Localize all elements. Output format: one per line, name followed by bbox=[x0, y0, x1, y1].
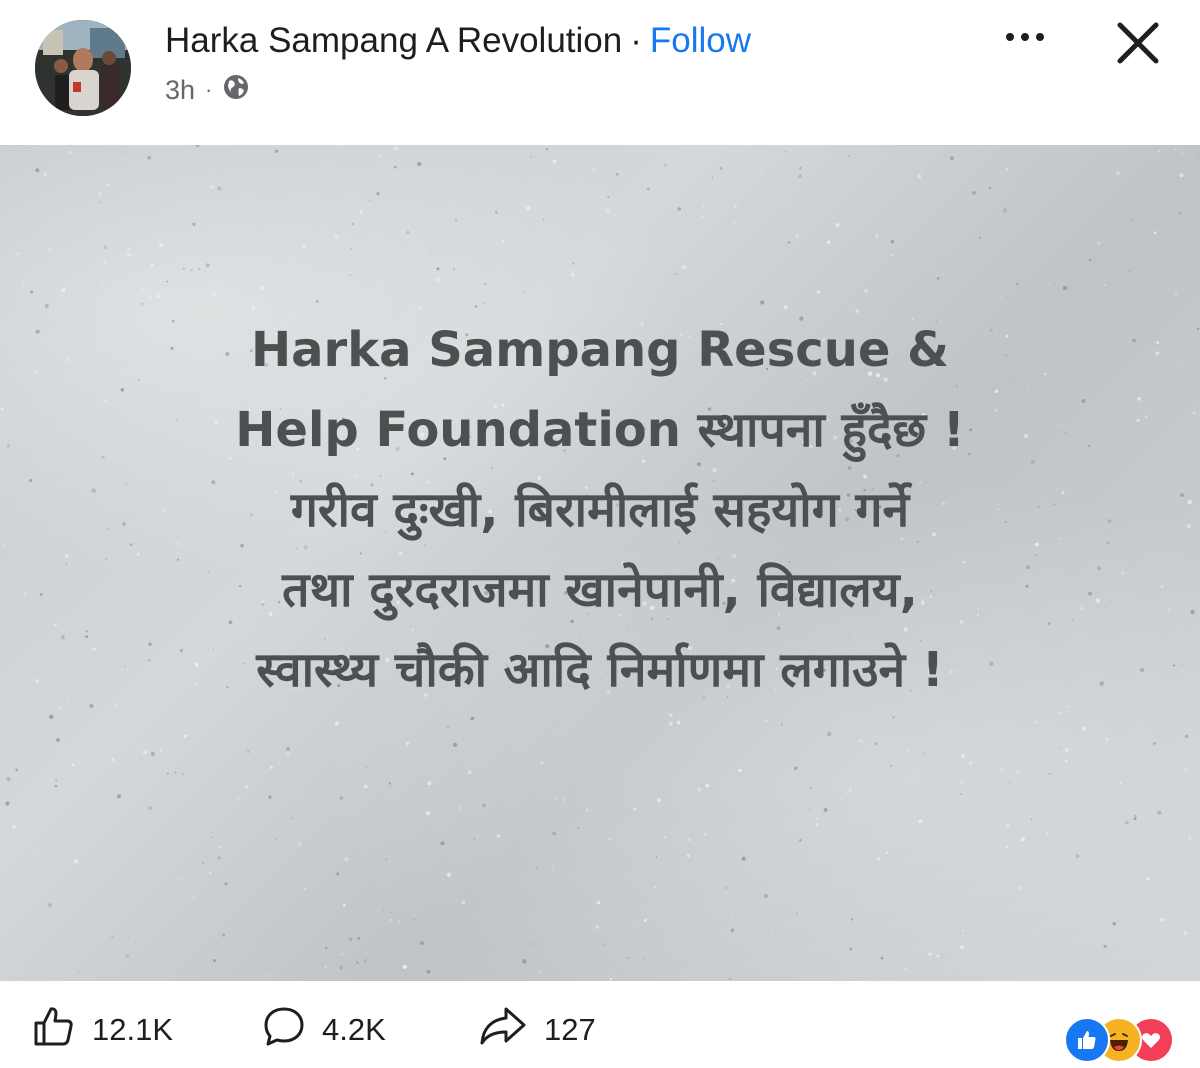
image-text-line: तथा दुरदराजमा खानेपानी, विद्यालय, bbox=[282, 562, 918, 618]
like-button[interactable]: 12.1K bbox=[32, 1005, 173, 1055]
globe-icon bbox=[222, 73, 250, 108]
image-text-line: Help Foundation स्थापना हुँदैछ ! bbox=[235, 402, 965, 458]
share-count: 127 bbox=[544, 1012, 596, 1047]
post-time[interactable]: 3h bbox=[165, 75, 195, 106]
like-count: 12.1K bbox=[92, 1012, 174, 1047]
image-text-line: Harka Sampang Rescue & bbox=[250, 322, 950, 378]
page-avatar[interactable] bbox=[35, 20, 131, 116]
thumbs-up-icon bbox=[32, 1004, 92, 1056]
name-separator: · bbox=[630, 21, 642, 60]
post-header: Harka Sampang A Revolution · Follow 3h · bbox=[0, 0, 1200, 140]
page-name-row: Harka Sampang A Revolution · Follow bbox=[165, 18, 751, 64]
follow-button[interactable]: Follow bbox=[650, 21, 751, 61]
comment-count: 4.2K bbox=[322, 1012, 386, 1047]
comment-button[interactable]: 4.2K bbox=[262, 1005, 386, 1055]
share-arrow-icon bbox=[478, 1004, 544, 1056]
close-icon bbox=[1110, 22, 1166, 75]
more-options-button[interactable] bbox=[995, 20, 1055, 56]
reaction-summary[interactable] bbox=[1064, 1017, 1174, 1063]
close-button[interactable] bbox=[1110, 15, 1166, 71]
page-name[interactable]: Harka Sampang A Revolution bbox=[165, 21, 622, 61]
meta-separator: · bbox=[205, 77, 213, 102]
share-button[interactable]: 127 bbox=[478, 1005, 596, 1055]
post-actions: 12.1K 4.2K 127 bbox=[0, 995, 1200, 1068]
image-text-line: गरीव दुःखी, बिरामीलाई सहयोग गर्ने bbox=[290, 482, 910, 538]
post-meta: 3h · bbox=[165, 70, 250, 110]
comment-bubble-icon bbox=[262, 1004, 322, 1056]
post-image-text: Harka Sampang Rescue & Help Foundation स… bbox=[100, 310, 1100, 710]
like-reaction-icon bbox=[1064, 1017, 1110, 1063]
image-text-line: स्वास्थ्य चौकी आदि निर्माणमा लगाउने ! bbox=[256, 642, 944, 698]
post-image[interactable]: Harka Sampang Rescue & Help Foundation स… bbox=[0, 145, 1200, 981]
more-horizontal-icon bbox=[1005, 29, 1045, 47]
